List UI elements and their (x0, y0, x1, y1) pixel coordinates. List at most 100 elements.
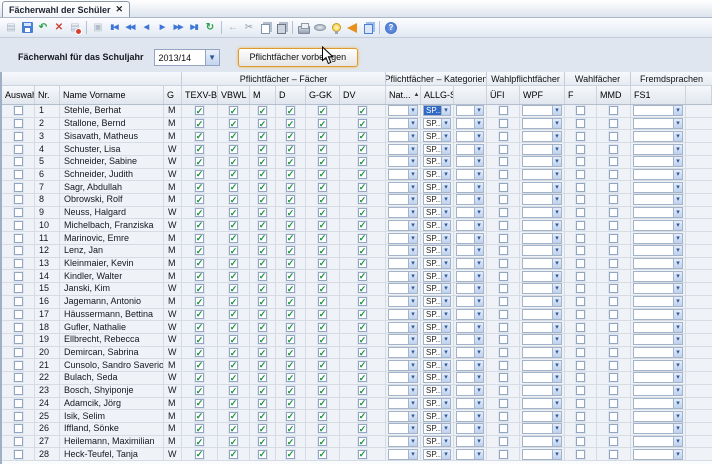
chevron-down-icon[interactable]: ▾ (552, 195, 561, 204)
ggk-checkbox[interactable] (318, 310, 327, 319)
chevron-down-icon[interactable]: ▾ (441, 386, 450, 395)
chevron-down-icon[interactable]: ▾ (552, 106, 561, 115)
uefi-checkbox[interactable] (499, 234, 508, 243)
chevron-down-icon[interactable]: ▾ (673, 246, 682, 255)
delete-icon[interactable]: ✕ (51, 20, 67, 36)
select-checkbox[interactable] (14, 272, 23, 281)
m-checkbox[interactable] (258, 386, 267, 395)
fs1-dropdown[interactable]: ▾ (633, 449, 683, 460)
allgsp-dropdown[interactable]: SP...▾ (423, 423, 451, 434)
chevron-down-icon[interactable]: ▾ (474, 450, 483, 459)
mmd-checkbox[interactable] (609, 170, 618, 179)
chevron-down-icon[interactable]: ▾ (673, 259, 682, 268)
nat-dropdown[interactable]: ▾ (388, 296, 418, 307)
allgsp-dropdown[interactable]: SP...▾ (423, 169, 451, 180)
uefi-checkbox[interactable] (499, 335, 508, 344)
fs1-dropdown[interactable]: ▾ (633, 347, 683, 358)
m-checkbox[interactable] (258, 234, 267, 243)
f-checkbox[interactable] (576, 348, 585, 357)
d-checkbox[interactable] (286, 399, 295, 408)
chevron-down-icon[interactable]: ▾ (673, 348, 682, 357)
fs1-dropdown[interactable]: ▾ (633, 436, 683, 447)
cat3-dropdown[interactable]: ▾ (456, 271, 484, 282)
cat3-dropdown[interactable]: ▾ (456, 385, 484, 396)
uefi-checkbox[interactable] (499, 272, 508, 281)
uefi-checkbox[interactable] (499, 259, 508, 268)
nat-dropdown[interactable]: ▾ (388, 360, 418, 371)
allgsp-dropdown[interactable]: SP...▾ (423, 385, 451, 396)
fs1-dropdown[interactable]: ▾ (633, 194, 683, 205)
fs1-dropdown[interactable]: ▾ (633, 131, 683, 142)
select-checkbox[interactable] (14, 234, 23, 243)
chevron-down-icon[interactable]: ▾ (441, 399, 450, 408)
dv-checkbox[interactable] (358, 399, 367, 408)
chevron-down-icon[interactable]: ▾ (408, 424, 417, 433)
allgsp-dropdown[interactable]: SP...▾ (423, 411, 451, 422)
d-checkbox[interactable] (286, 119, 295, 128)
d-checkbox[interactable] (286, 297, 295, 306)
f-checkbox[interactable] (576, 272, 585, 281)
wpf-dropdown[interactable]: ▾ (522, 271, 562, 282)
texv-checkbox[interactable] (195, 132, 204, 141)
texv-checkbox[interactable] (195, 157, 204, 166)
dv-checkbox[interactable] (358, 208, 367, 217)
ggk-checkbox[interactable] (318, 335, 327, 344)
select-checkbox[interactable] (14, 386, 23, 395)
chevron-down-icon[interactable]: ▾ (408, 310, 417, 319)
ggk-checkbox[interactable] (318, 450, 327, 459)
fs1-dropdown[interactable]: ▾ (633, 144, 683, 155)
chevron-down-icon[interactable]: ▾ (673, 437, 682, 446)
select-checkbox[interactable] (14, 399, 23, 408)
column-header-nat[interactable]: Nat...▲ (386, 86, 421, 104)
mmd-checkbox[interactable] (609, 195, 618, 204)
mmd-checkbox[interactable] (609, 259, 618, 268)
f-checkbox[interactable] (576, 195, 585, 204)
m-checkbox[interactable] (258, 348, 267, 357)
f-checkbox[interactable] (576, 183, 585, 192)
nat-dropdown[interactable]: ▾ (388, 144, 418, 155)
d-checkbox[interactable] (286, 106, 295, 115)
mmd-checkbox[interactable] (609, 348, 618, 357)
dv-checkbox[interactable] (358, 106, 367, 115)
f-checkbox[interactable] (576, 399, 585, 408)
fs1-dropdown[interactable]: ▾ (633, 220, 683, 231)
nat-dropdown[interactable]: ▾ (388, 347, 418, 358)
mmd-checkbox[interactable] (609, 119, 618, 128)
column-header-fs1[interactable]: FS1 (631, 86, 686, 104)
chevron-down-icon[interactable]: ▾ (474, 234, 483, 243)
uefi-checkbox[interactable] (499, 170, 508, 179)
uefi-checkbox[interactable] (499, 323, 508, 332)
chevron-down-icon[interactable]: ▾ (552, 335, 561, 344)
ggk-checkbox[interactable] (318, 272, 327, 281)
chevron-down-icon[interactable]: ▾ (408, 132, 417, 141)
ggk-checkbox[interactable] (318, 157, 327, 166)
vbwl-checkbox[interactable] (229, 132, 238, 141)
chevron-down-icon[interactable]: ▾ (673, 373, 682, 382)
chevron-down-icon[interactable]: ▾ (673, 157, 682, 166)
wpf-dropdown[interactable]: ▾ (522, 296, 562, 307)
select-checkbox[interactable] (14, 246, 23, 255)
ggk-checkbox[interactable] (318, 195, 327, 204)
chevron-down-icon[interactable]: ▾ (673, 183, 682, 192)
fs1-dropdown[interactable]: ▾ (633, 271, 683, 282)
mmd-checkbox[interactable] (609, 412, 618, 421)
paste-icon[interactable] (273, 20, 289, 36)
chevron-down-icon[interactable]: ▾ (552, 221, 561, 230)
dv-checkbox[interactable] (358, 284, 367, 293)
dv-checkbox[interactable] (358, 310, 367, 319)
chevron-down-icon[interactable]: ▾ (474, 437, 483, 446)
uefi-checkbox[interactable] (499, 221, 508, 230)
nat-dropdown[interactable]: ▾ (388, 334, 418, 345)
select-checkbox[interactable] (14, 361, 23, 370)
cat3-dropdown[interactable]: ▾ (456, 169, 484, 180)
mmd-checkbox[interactable] (609, 323, 618, 332)
uefi-checkbox[interactable] (499, 145, 508, 154)
allgsp-dropdown[interactable]: SP...▾ (423, 258, 451, 269)
hint-icon[interactable] (328, 20, 344, 36)
m-checkbox[interactable] (258, 335, 267, 344)
allgsp-dropdown[interactable]: SP...▾ (423, 436, 451, 447)
texv-checkbox[interactable] (195, 348, 204, 357)
select-checkbox[interactable] (14, 259, 23, 268)
nat-dropdown[interactable]: ▾ (388, 207, 418, 218)
chevron-down-icon[interactable]: ▾ (673, 424, 682, 433)
